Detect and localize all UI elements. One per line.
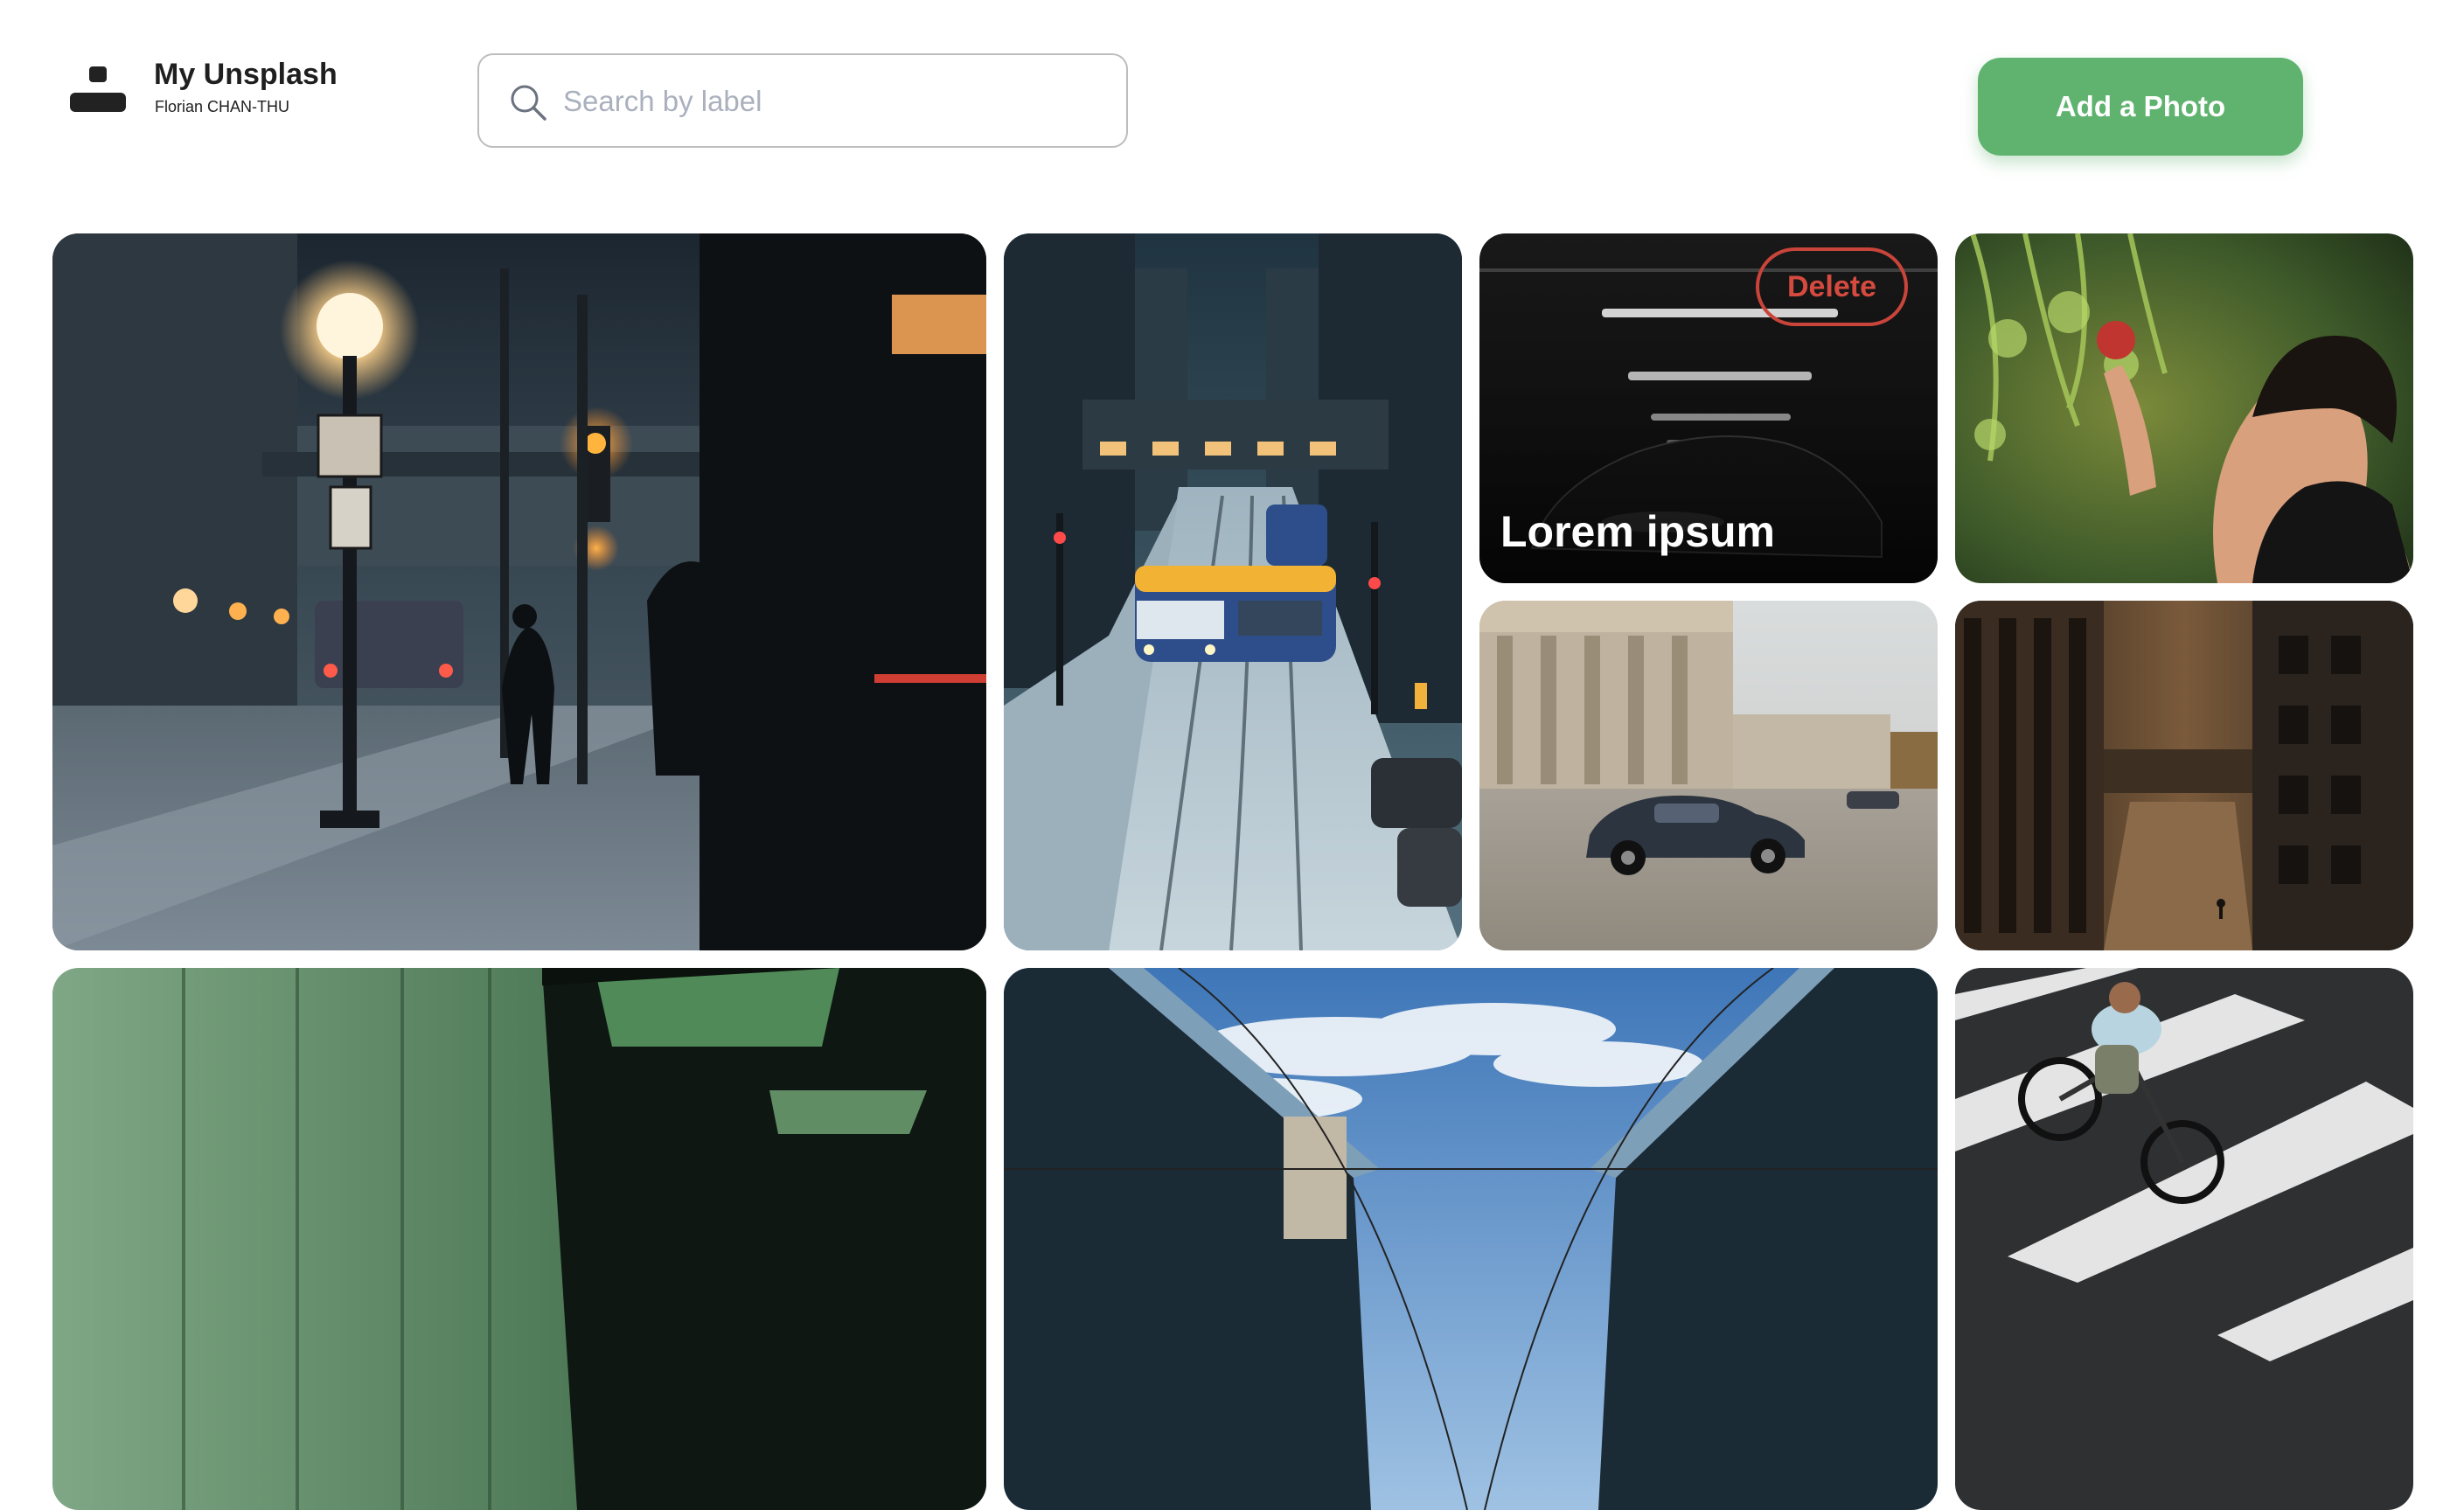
photo-image xyxy=(1955,968,2413,1510)
photo-card[interactable] xyxy=(1955,233,2413,583)
photo-card[interactable] xyxy=(52,968,986,1510)
photo-card[interactable] xyxy=(1004,968,1938,1510)
photo-card[interactable]: Lorem ipsum Delete xyxy=(1479,233,1938,583)
photo-image xyxy=(1955,601,2413,950)
photo-card[interactable] xyxy=(1479,601,1938,950)
search-icon xyxy=(511,85,546,121)
app-header: My Unsplash Florian CHAN-THU Add a Photo xyxy=(0,0,2464,210)
photo-card[interactable] xyxy=(1955,968,2413,1510)
app-title: My Unsplash xyxy=(154,58,338,91)
photo-image xyxy=(1955,233,2413,583)
photo-image xyxy=(1479,601,1938,950)
photo-card[interactable] xyxy=(1955,601,2413,950)
photo-image xyxy=(52,968,986,1510)
photo-label: Lorem ipsum xyxy=(1500,507,1775,556)
unsplash-logo-icon xyxy=(70,66,128,114)
photo-image xyxy=(52,233,986,950)
add-photo-button[interactable]: Add a Photo xyxy=(1978,58,2303,156)
user-name: Florian CHAN-THU xyxy=(155,98,290,115)
brand[interactable]: My Unsplash Florian CHAN-THU xyxy=(70,58,367,119)
photo-image xyxy=(1004,233,1462,950)
search-box[interactable] xyxy=(477,53,1128,148)
photo-image xyxy=(1004,968,1938,1510)
photo-card[interactable] xyxy=(52,233,986,950)
search-input[interactable] xyxy=(563,76,1105,127)
delete-button[interactable]: Delete xyxy=(1756,247,1908,326)
photo-card[interactable] xyxy=(1004,233,1462,950)
